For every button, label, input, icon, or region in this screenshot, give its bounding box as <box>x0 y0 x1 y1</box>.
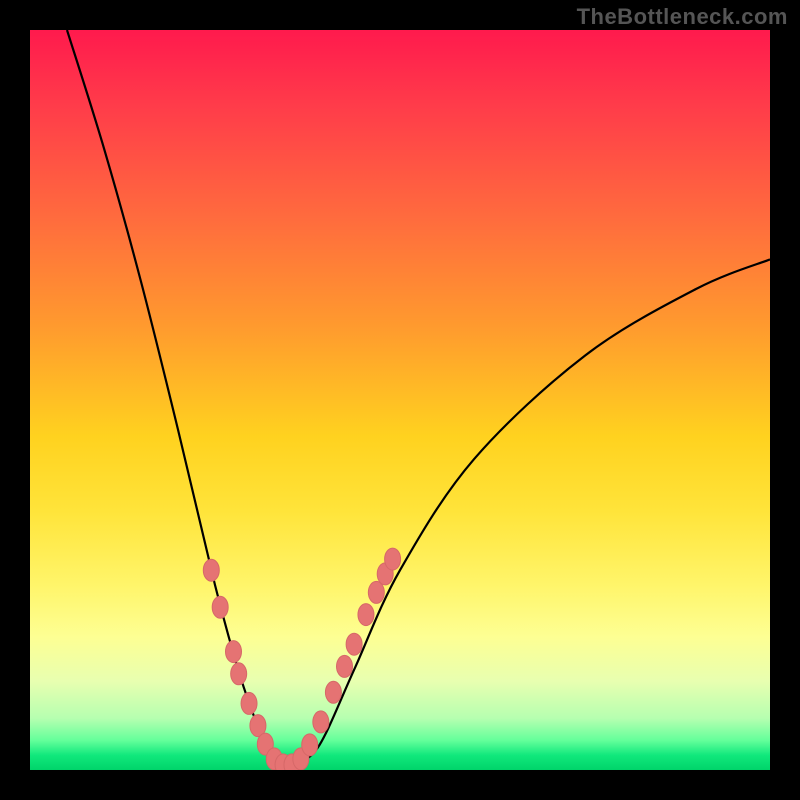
plot-area <box>30 30 770 770</box>
data-marker <box>241 692 257 714</box>
data-marker <box>368 581 384 603</box>
data-marker <box>337 655 353 677</box>
data-marker <box>358 604 374 626</box>
data-marker <box>231 663 247 685</box>
curve-path <box>67 30 770 764</box>
data-marker <box>325 681 341 703</box>
chart-frame: TheBottleneck.com <box>0 0 800 800</box>
curve-markers <box>203 548 400 770</box>
data-marker <box>346 633 362 655</box>
data-marker <box>385 548 401 570</box>
data-marker <box>203 559 219 581</box>
watermark-text: TheBottleneck.com <box>577 4 788 30</box>
data-marker <box>313 711 329 733</box>
data-marker <box>302 734 318 756</box>
data-marker <box>212 596 228 618</box>
data-marker <box>226 641 242 663</box>
bottleneck-curve <box>30 30 770 770</box>
